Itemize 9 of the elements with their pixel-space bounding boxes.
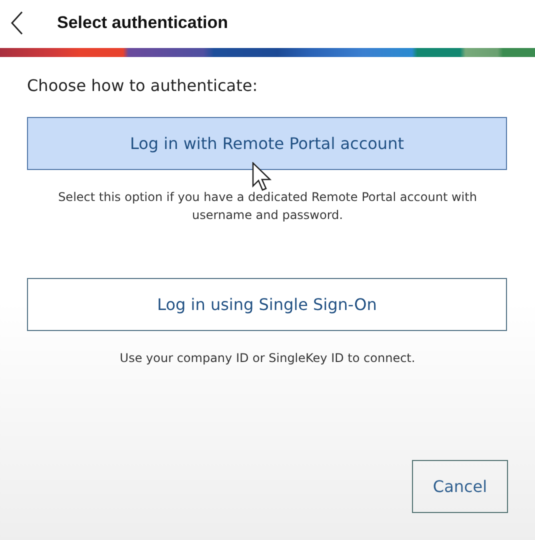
option-description: Use your company ID or SingleKey ID to connect. (118, 350, 416, 367)
mouse-pointer-icon (252, 162, 272, 192)
back-icon[interactable] (10, 11, 24, 35)
prompt-text: Choose how to authenticate: (27, 76, 259, 95)
page-title: Select authentication (57, 13, 228, 33)
cancel-button[interactable]: Cancel (412, 460, 508, 513)
login-option-button[interactable]: Log in with Remote Portal account (27, 117, 507, 170)
login-option-button[interactable]: Log in using Single Sign-On (27, 278, 507, 331)
option-description: Select this option if you have a dedicated Remote Portal account with username and password. (57, 189, 478, 224)
